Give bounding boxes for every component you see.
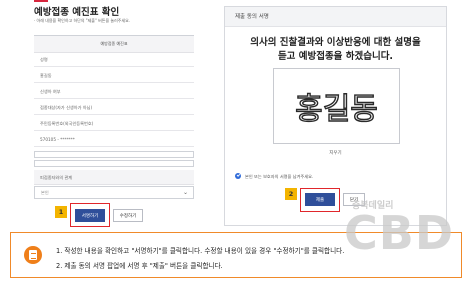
relation-select[interactable]: 본인 ⌄ [34, 186, 194, 199]
chevron-down-icon: ⌄ [182, 189, 188, 196]
form-row-name-label: 성명 [34, 52, 194, 67]
signature-heading-line1: 의사의 진찰결과와 이상반응에 대한 설명을 [250, 37, 421, 48]
form-row-id-value: 570105 - ******* [34, 132, 194, 147]
signature-text: 홍길동 [295, 92, 378, 127]
instruction-step-1: 1. 작성한 내용을 확인하고 "서명하기"를 클릭합니다. 수정할 내용이 있… [56, 247, 345, 255]
signature-drawing: 홍길동 [294, 91, 378, 127]
consent-text: 본인 또는 보호자의 서명을 남겨주세요. [245, 174, 314, 179]
form-row-name-value: 홍길동 [34, 68, 194, 83]
form-row-newborn-label: 신생아 여부 [34, 84, 194, 99]
document-icon [24, 246, 42, 264]
form-row-id-label: 주민등록번호(외국인등록번호) [34, 116, 194, 131]
title-accent-bar [34, 0, 48, 2]
submit-button[interactable]: 제출 [305, 193, 335, 206]
vaccination-form: 예방접종 예진표 확인 · 아래 내용을 확인하고 하단의 "제출" 버튼을 눌… [34, 0, 206, 232]
watermark-logo: CBD [344, 206, 455, 260]
instruction-step-2: 2. 제출 동의 서명 팝업에 서명 후 "제출" 버튼을 클릭합니다. [56, 262, 223, 270]
step-2-badge: 2 [285, 188, 297, 200]
signature-heading-line2: 듣고 예방접종을 하겠습니다. [277, 51, 394, 62]
form-subtitle: · 아래 내용을 확인하고 하단의 "제출" 버튼을 눌러주세요. [34, 18, 131, 23]
relation-select-value: 본인 [41, 190, 49, 195]
form-table-header: 예방접종 예진표 [34, 35, 194, 53]
signature-popup-header: 제출 동의 서명 [225, 7, 446, 27]
relation-label: 피접종자와의 관계 [34, 170, 194, 185]
form-blank-field-2[interactable] [34, 160, 194, 167]
form-row-newborn-value: 접종대상(자가 신생아가 아님) [34, 100, 194, 115]
step-1-badge: 1 [55, 206, 67, 218]
edit-button[interactable]: 수정하기 [113, 209, 143, 222]
sign-button[interactable]: 서명하기 [75, 209, 105, 222]
erase-link[interactable]: 지우기 [225, 150, 446, 156]
form-title: 예방접종 예진표 확인 [34, 7, 120, 18]
form-blank-field-1[interactable] [34, 151, 194, 158]
check-circle-icon [235, 173, 241, 179]
signature-pad[interactable]: 홍길동 [273, 68, 400, 144]
